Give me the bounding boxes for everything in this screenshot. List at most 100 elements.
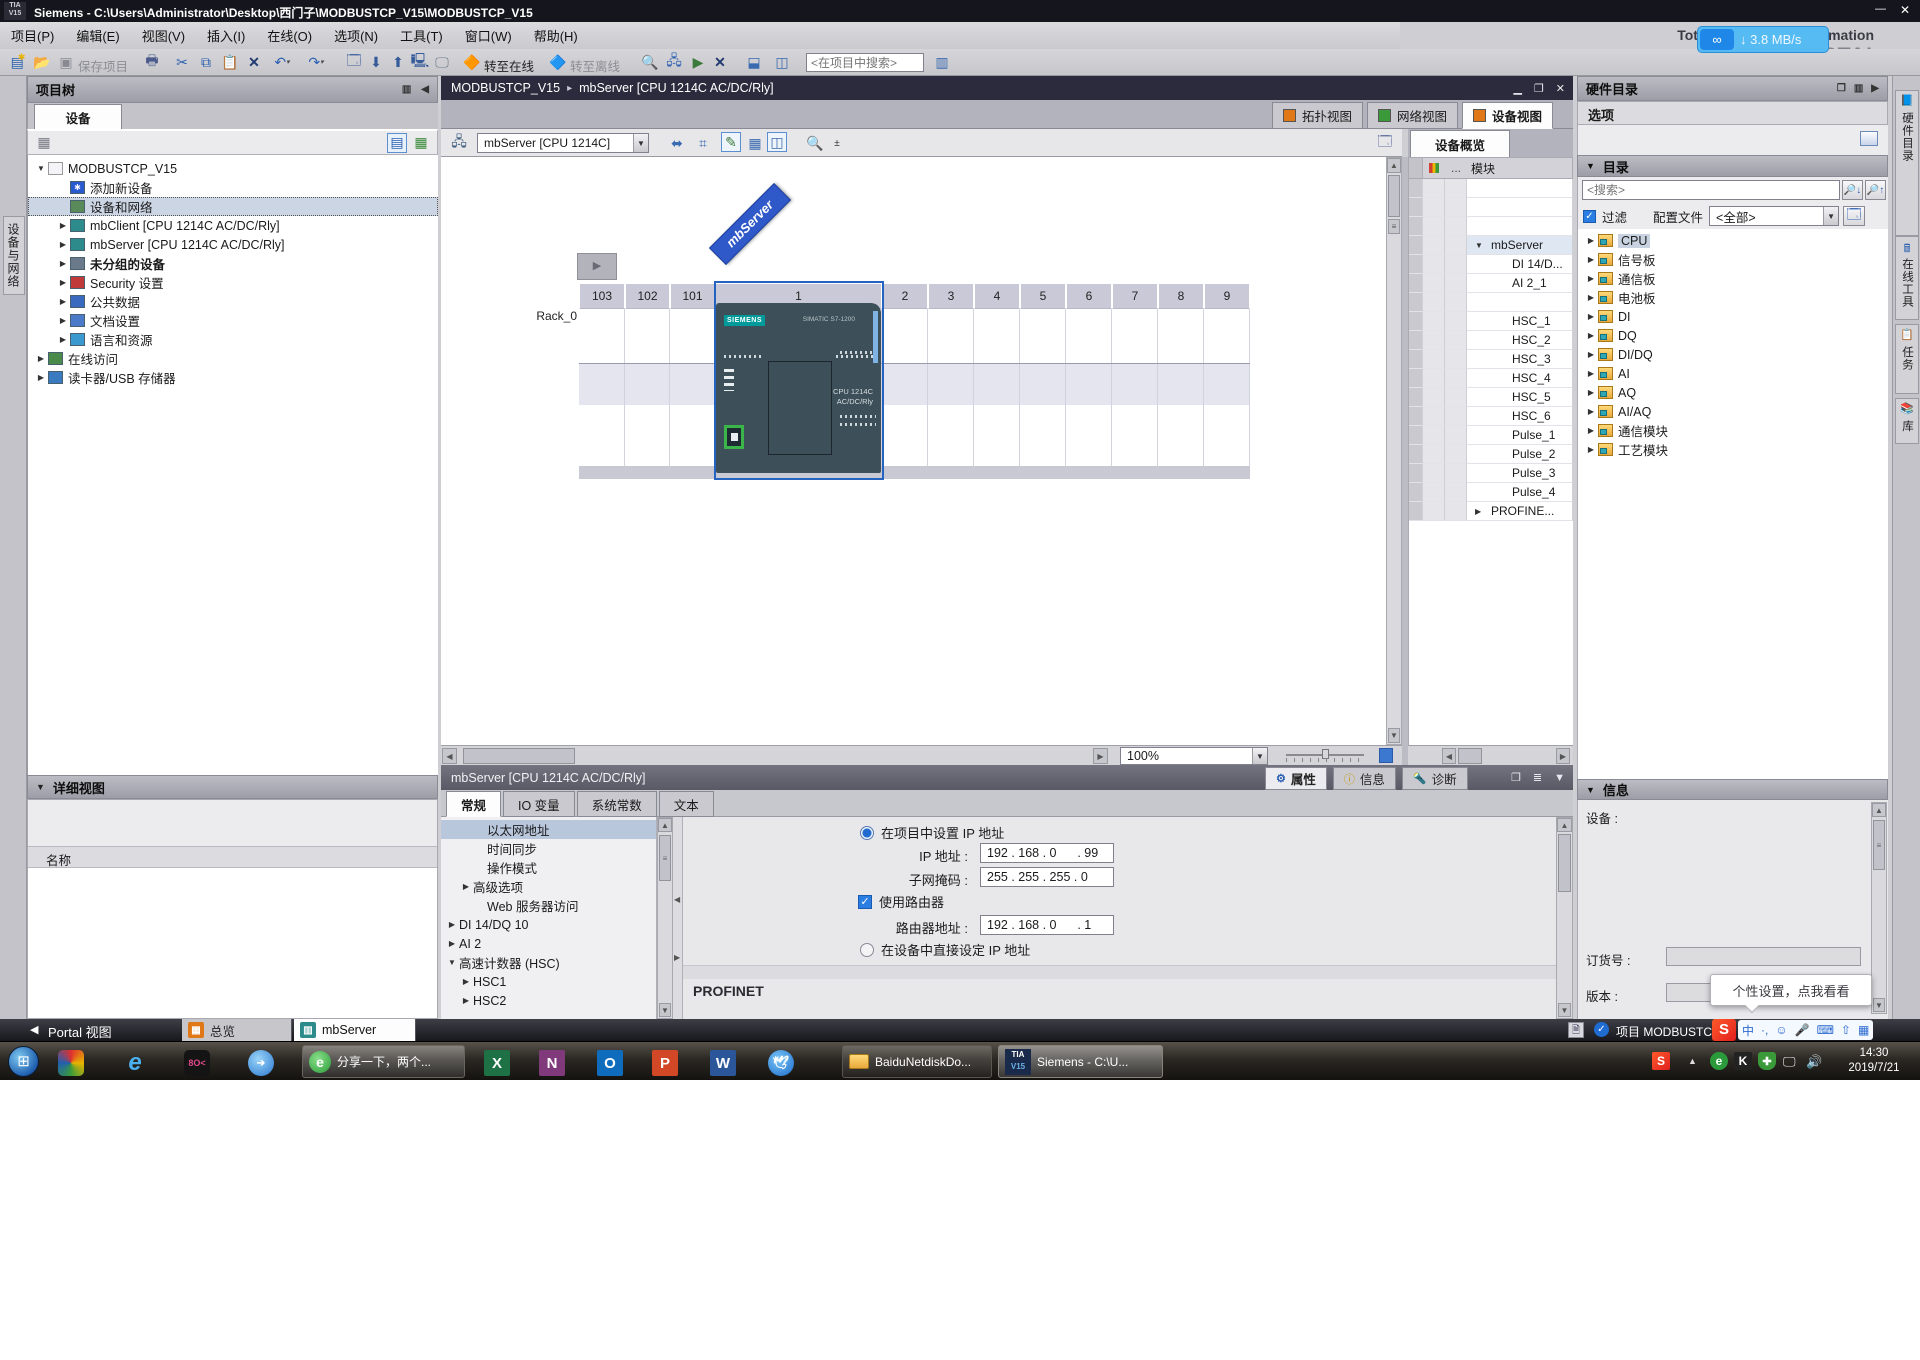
rack-slot-header-8[interactable]: 8 [1158,283,1204,309]
vscroll-thumb[interactable] [1388,175,1400,217]
hw-columns-icon[interactable]: ▥ [1854,83,1863,94]
open-project-button[interactable]: 📂 [32,52,52,72]
device-selector-dropdown[interactable]: mbServer [CPU 1214C] ▼ [477,133,649,153]
menu-0[interactable]: 项目(P) [0,22,65,49]
overview-row[interactable]: ▼mbServer [1409,236,1573,255]
tree-item-5[interactable]: ▶未分组的设备 [28,254,438,273]
ov-scroll-left-icon[interactable]: ◀ [1442,748,1456,764]
view-tab-1[interactable]: 网络视图 [1367,102,1458,129]
zoom-dropdown-arrow-icon[interactable]: ▼ [1252,748,1267,764]
ip-address-field[interactable]: 192 . 168 . 0 . 99 [980,843,1114,863]
rack-slot-header-7[interactable]: 7 [1112,283,1158,309]
tree-expander-icon[interactable]: ▶ [56,335,70,344]
props-nav-item-1[interactable]: 时间同步 [441,839,656,858]
props-nav-item-5[interactable]: ▶DI 14/DQ 10 [441,915,656,934]
tree-item-6[interactable]: ▶Security 设置 [28,273,438,292]
tree-item-4[interactable]: ▶mbServer [CPU 1214C AC/DC/Rly] [28,235,438,254]
sogou-tool-icon-3[interactable]: 🎤 [1795,1023,1810,1037]
tray-shield-icon[interactable]: ✚ [1758,1052,1776,1070]
onenote-icon[interactable]: N [539,1050,565,1076]
ov-module-cell[interactable]: ▼mbServer [1467,236,1573,255]
ov-module-cell[interactable]: HSC_6 [1467,407,1573,426]
content-scroll-down-icon[interactable]: ▼ [1558,1003,1571,1017]
overview-row[interactable]: Pulse_2 [1409,445,1573,464]
props-nav-item-6[interactable]: ▶AI 2 [441,934,656,953]
zoom-level-dropdown[interactable]: 100% ▼ [1120,747,1268,765]
split-horizontal-icon[interactable]: ⬓ [744,52,764,72]
search-down-icon[interactable]: 🔎↓ [1842,180,1863,200]
rack-slot-header-2[interactable]: 2 [882,283,928,309]
save-project-icon[interactable]: ▣ [56,52,76,72]
catalog-search-input[interactable] [1582,180,1840,200]
baidu-app-icon[interactable]: ➔ [248,1050,274,1076]
rack-slot-cell[interactable] [579,309,625,466]
ov-expander-icon[interactable]: ▶ [1475,507,1487,516]
ov-module-cell[interactable]: Pulse_3 [1467,464,1573,483]
view-tab-2[interactable]: 设备视图 [1462,102,1553,129]
ime-tooltip[interactable]: 个性设置，点我看看 [1710,974,1872,1006]
save-project-label[interactable]: 保存项目 [78,56,128,75]
radio-set-ip-on-device[interactable]: 在设备中直接设定 IP 地址 [860,940,1030,959]
collapse-detail-icon[interactable]: ▼ [36,782,45,792]
props-tab-diagnostics[interactable]: 🔦诊断 [1402,767,1468,790]
add-device-toolbar-icon[interactable]: ▦ [34,133,54,153]
edge-tab-任务[interactable]: 📋任务 [1895,324,1919,394]
props-subtab-2[interactable]: 系统常数 [577,791,657,817]
overview-row[interactable]: HSC_3 [1409,350,1573,369]
ov-expander-icon[interactable]: ▼ [1475,241,1487,250]
tree-expander-icon[interactable]: ▶ [56,278,70,287]
fit-to-view-icon[interactable] [1379,748,1393,763]
tree-expander-icon[interactable]: ▶ [56,240,70,249]
stop-runtime-icon[interactable]: 🖵 [432,52,452,72]
sogou-tool-icon-0[interactable]: 中 [1742,1022,1754,1039]
rack-slot-cell[interactable] [1020,309,1066,466]
address-grid-icon[interactable]: ⌗ [693,133,713,153]
cpu-module[interactable]: SIEMENSSIMATIC S7-1200CPU 1214CAC/DC/Rly [716,303,881,473]
props-nav-expander-icon[interactable]: ▶ [459,977,473,986]
catalog-expander-icon[interactable]: ▶ [1584,426,1598,435]
sogou-tool-icon-1[interactable]: ·, [1761,1023,1768,1037]
catalog-expander-icon[interactable]: ▶ [1584,236,1598,245]
outlook-icon[interactable]: O [597,1050,623,1076]
tree-item-1[interactable]: ✱添加新设备 [28,178,438,197]
delete-button[interactable]: ✕ [244,52,264,72]
rack-slot-cell[interactable] [1158,309,1204,466]
split-columns-icon[interactable]: ◫ [767,132,787,152]
nav-scroll-thumb[interactable]: ≡ [659,835,671,881]
overview-row[interactable]: Pulse_4 [1409,483,1573,502]
tray-volume-icon[interactable]: 🔊 [1806,1054,1822,1070]
media-app-icon[interactable]: 8O< [184,1050,210,1076]
word-icon[interactable]: W [710,1050,736,1076]
info-scroll-down-icon[interactable]: ▼ [1873,998,1885,1012]
radio-set-ip-in-project[interactable]: 在项目中设置 IP 地址 [860,823,1004,842]
rack-slot-header-102[interactable]: 102 [625,283,670,309]
tree-expander-icon[interactable]: ▶ [34,354,48,363]
split-vertical-icon[interactable]: ◫ [772,52,792,72]
tree-item-0[interactable]: ▼MODBUSTCP_V15 [28,159,438,178]
catalog-collapse-icon[interactable]: ▼ [1586,161,1595,171]
tray-k-icon[interactable]: K [1734,1052,1752,1070]
fit-window-icon[interactable]: ⬌ [667,133,687,153]
sogou-toolbar[interactable]: 中·,☺🎤⌨⇧▦ [1738,1020,1873,1040]
content-scroll-up-icon[interactable]: ▲ [1557,818,1572,832]
tray-network-icon[interactable]: 🖵 [1783,1054,1796,1070]
show-labels-icon[interactable]: ▦ [745,133,765,153]
device-canvas[interactable]: mbServer ▶ Rack_0 103102101123456789SIEM… [441,157,1386,745]
go-online-icon[interactable]: 🔶 [462,52,482,72]
rack-slot-header-9[interactable]: 9 [1204,283,1250,309]
props-nav-expander-icon[interactable]: ▶ [445,939,459,948]
rack-slot-cell[interactable] [625,309,670,466]
canvas-vscrollbar[interactable]: ▲ ≡ ▼ [1386,157,1402,745]
ov-module-cell[interactable] [1467,293,1573,312]
props-menu-icon[interactable]: ≣ [1533,771,1542,784]
props-nav-expander-icon[interactable]: ▶ [459,882,473,891]
catalog-expander-icon[interactable]: ▶ [1584,293,1598,302]
new-project-button[interactable]: ▤✱ [8,52,28,72]
rack-slot-cell[interactable] [670,309,715,466]
simulation-icon[interactable]: 🖳 [410,52,430,72]
ov-module-cell[interactable]: AI 2_1 [1467,274,1573,293]
download-device-icon[interactable]: ⬇ [366,52,386,72]
tree-item-8[interactable]: ▶文档设置 [28,311,438,330]
menu-1[interactable]: 编辑(E) [65,22,130,49]
catalog-item-1[interactable]: ▶信号板 [1578,250,1888,269]
